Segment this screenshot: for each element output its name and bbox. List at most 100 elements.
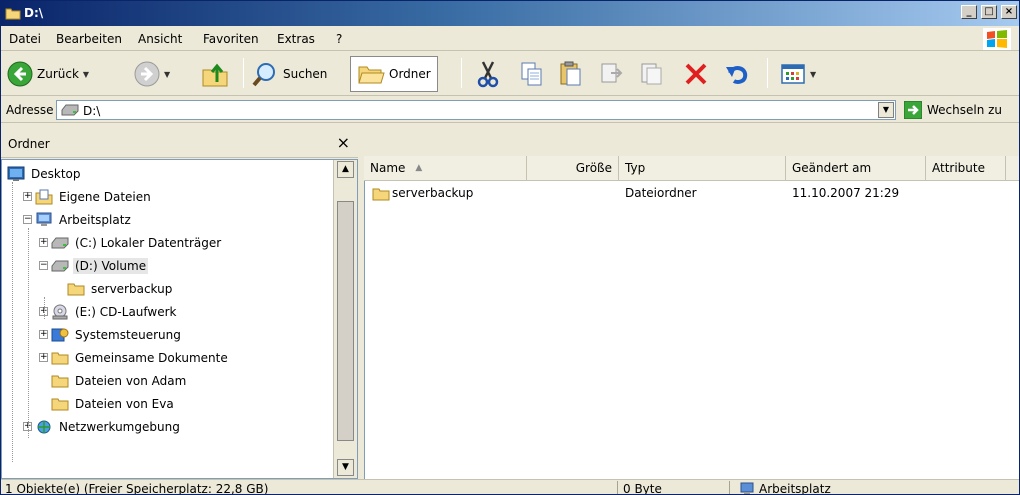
tree-item[interactable]: Dateien von Eva [39, 392, 176, 415]
tree-item[interactable]: + Gemeinsame Dokumente [39, 346, 230, 369]
tree-item[interactable]: Desktop [7, 162, 83, 185]
folder-icon [5, 8, 21, 20]
address-label: Adresse [6, 103, 54, 117]
file-modified: 11.10.2007 21:29 [792, 186, 900, 200]
back-label: Zurück [37, 67, 79, 81]
toolbar-separator [243, 58, 244, 88]
chevron-down-icon[interactable]: ▼ [83, 70, 89, 79]
tree-item[interactable]: + Eigene Dateien [23, 185, 153, 208]
go-label: Wechseln zu [927, 103, 1003, 117]
vertical-scrollbar[interactable]: ▲ ▼ [333, 160, 357, 478]
expand-icon[interactable]: + [39, 238, 48, 247]
address-input[interactable]: D:\ ▼ [56, 100, 896, 120]
back-button[interactable]: Zurück ▼ [7, 56, 89, 92]
my-computer-icon [740, 482, 754, 494]
menu-ansicht[interactable]: Ansicht [138, 32, 182, 46]
column-headers: Name ▲ Größe Typ Geändert am Attribute [364, 156, 1019, 181]
up-button[interactable] [201, 56, 229, 92]
status-bar: 1 Objekte(e) (Freier Speicherplatz: 22,8… [1, 479, 1019, 495]
tree-item[interactable]: + (E:) CD-Laufwerk [39, 300, 179, 323]
tree-item-label: Systemsteuerung [75, 327, 181, 342]
toolbar-separator [767, 58, 768, 88]
forward-button[interactable]: ▼ [134, 56, 170, 92]
network-icon [35, 419, 53, 435]
copy-to-icon [641, 63, 662, 85]
undo-button[interactable] [723, 56, 751, 92]
menu-datei[interactable]: Datei [9, 32, 41, 46]
expand-icon[interactable]: + [39, 330, 48, 339]
close-button[interactable]: × [1001, 5, 1017, 19]
chevron-down-icon[interactable]: ▼ [164, 70, 170, 79]
delete-button[interactable] [683, 56, 709, 92]
status-separator [617, 481, 618, 494]
collapse-icon[interactable]: − [23, 215, 32, 224]
file-name: serverbackup [392, 186, 474, 200]
undo-icon [726, 66, 748, 84]
tree-item-label: Desktop [31, 166, 81, 181]
window-title: D:\ [24, 6, 44, 20]
tree-item-label: Dateien von Adam [75, 373, 187, 388]
folders-label: Ordner [389, 67, 431, 81]
copy-button[interactable] [519, 56, 545, 92]
cut-icon [477, 61, 499, 88]
status-separator [729, 481, 730, 494]
menu-bearbeiten[interactable]: Bearbeiten [56, 32, 122, 46]
copy-icon [521, 62, 542, 86]
tree-item[interactable]: + Systemsteuerung [39, 323, 183, 346]
search-button[interactable]: Suchen [251, 56, 327, 92]
column-header-type[interactable]: Typ [619, 156, 786, 180]
standard-toolbar: Zurück ▼ ▼ Suchen Ordner ▼ [1, 52, 1019, 96]
column-header-attributes[interactable]: Attribute [926, 156, 1006, 180]
title-bar[interactable]: D:\ _ □ × [1, 1, 1019, 26]
scroll-down-button[interactable]: ▼ [337, 459, 354, 476]
my-computer-icon [35, 212, 53, 228]
collapse-icon[interactable]: − [39, 261, 48, 270]
column-header-name[interactable]: Name ▲ [364, 156, 527, 180]
table-row[interactable]: serverbackup Dateiordner 11.10.2007 21:2… [364, 183, 1019, 205]
maximize-button[interactable]: □ [981, 5, 997, 19]
scroll-thumb[interactable] [337, 201, 354, 441]
drive-icon [61, 104, 79, 116]
folder-icon [51, 350, 69, 365]
tree-item[interactable]: + Netzwerkumgebung [23, 415, 182, 438]
folders-button[interactable]: Ordner [350, 56, 438, 92]
tree-item[interactable]: Dateien von Adam [39, 369, 188, 392]
column-header-modified[interactable]: Geändert am [786, 156, 926, 180]
expand-icon[interactable]: + [39, 353, 48, 362]
folder-tree-pane: Desktop + Eigene Dateien − Arbeitsplatz + (C:)… [1, 159, 358, 479]
tree-item-label: Arbeitsplatz [59, 212, 131, 227]
tree-item-label: Eigene Dateien [59, 189, 151, 204]
address-bar: Adresse D:\ ▼ Wechseln zu [1, 97, 1019, 123]
minimize-button[interactable]: _ [961, 5, 977, 19]
menu-help[interactable]: ? [336, 32, 342, 46]
tree-item[interactable]: − (D:) Volume [39, 254, 149, 277]
address-dropdown[interactable]: ▼ [878, 102, 894, 118]
tree-item[interactable]: + (C:) Lokaler Datenträger [39, 231, 223, 254]
menu-extras[interactable]: Extras [277, 32, 315, 46]
tree-item[interactable]: − Arbeitsplatz [23, 208, 133, 231]
search-icon [252, 63, 275, 87]
delete-icon [685, 63, 707, 85]
tree-connector [44, 297, 45, 319]
views-button[interactable]: ▼ [780, 56, 816, 92]
menu-favoriten[interactable]: Favoriten [203, 32, 259, 46]
tree-item[interactable]: serverbackup [55, 277, 174, 300]
close-icon[interactable]: × [337, 133, 350, 152]
expand-icon[interactable]: + [23, 192, 32, 201]
paste-button[interactable] [558, 56, 584, 92]
folder-pane-title: Ordner [8, 137, 50, 151]
move-to-button[interactable] [599, 56, 625, 92]
copy-to-button[interactable] [639, 56, 665, 92]
go-button[interactable]: Wechseln zu [904, 100, 1019, 120]
scroll-up-button[interactable]: ▲ [337, 161, 354, 178]
go-arrow-icon [904, 101, 922, 119]
folder-icon [51, 396, 69, 411]
paste-icon [560, 61, 581, 86]
chevron-down-icon[interactable]: ▼ [810, 70, 816, 79]
my-documents-icon [35, 189, 53, 205]
move-to-icon [601, 63, 623, 83]
cut-button[interactable] [475, 56, 501, 92]
status-objects: 1 Objekte(e) (Freier Speicherplatz: 22,8… [5, 481, 269, 495]
folders-icon [358, 66, 385, 84]
column-header-size[interactable]: Größe [527, 156, 619, 180]
